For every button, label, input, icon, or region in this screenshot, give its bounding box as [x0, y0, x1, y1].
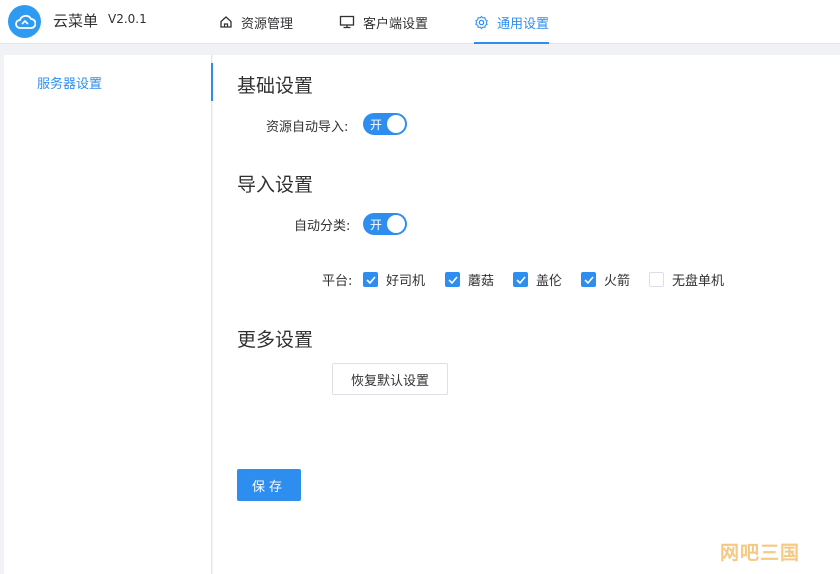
- tab-client-settings[interactable]: 客户端设置: [339, 0, 428, 44]
- home-icon: [219, 15, 233, 29]
- cloud-logo-icon: [8, 5, 41, 38]
- checkbox-label: 蘑菇: [468, 274, 495, 289]
- app-name: 云菜单: [53, 12, 99, 30]
- switch-knob: [387, 115, 405, 133]
- checkbox-checked-icon: [363, 272, 378, 287]
- checkbox-label: 火箭: [604, 274, 631, 289]
- checkbox-label: 好司机: [386, 274, 426, 289]
- checkbox-label: 盖伦: [536, 274, 563, 289]
- sidebar: 服务器设置: [4, 55, 213, 574]
- auto-import-label: 资源自动导入:: [266, 120, 349, 135]
- tab-resource-management[interactable]: 资源管理: [219, 0, 293, 44]
- checkbox-checked-icon: [445, 272, 460, 287]
- platform-checkbox-haosiji[interactable]: 好司机: [363, 270, 425, 289]
- auto-classify-switch[interactable]: 开: [363, 213, 407, 235]
- platform-checkbox-gailun[interactable]: 盖伦: [513, 270, 562, 289]
- watermark-logo: 网吧三国: [720, 542, 801, 564]
- checkbox-unchecked-icon: [649, 272, 664, 287]
- section-title-basic: 基础设置: [237, 75, 314, 97]
- platform-checkbox-mogu[interactable]: 蘑菇: [445, 270, 494, 289]
- tab-general-settings[interactable]: 通用设置: [474, 0, 550, 44]
- auto-import-switch[interactable]: 开: [363, 113, 407, 135]
- gear-icon: [474, 15, 489, 30]
- switch-text: 开: [370, 118, 383, 132]
- checkbox-checked-icon: [581, 272, 596, 287]
- tab-label: 资源管理: [241, 16, 294, 32]
- checkbox-label: 无盘单机: [672, 274, 725, 289]
- platform-label: 平台:: [322, 274, 353, 289]
- restore-defaults-button[interactable]: 恢复默认设置: [332, 363, 448, 395]
- section-title-import: 导入设置: [237, 174, 314, 196]
- platform-checkbox-huojian[interactable]: 火箭: [581, 270, 630, 289]
- switch-text: 开: [370, 218, 383, 232]
- app-version: V2.0.1: [108, 12, 147, 26]
- platform-checkbox-wupandanji[interactable]: 无盘单机: [649, 270, 724, 289]
- tab-label: 客户端设置: [363, 16, 429, 32]
- sidebar-item-label: 服务器设置: [37, 76, 103, 92]
- save-button[interactable]: 保存: [237, 469, 301, 501]
- sidebar-item-server-settings[interactable]: 服务器设置: [4, 63, 213, 101]
- switch-knob: [387, 215, 405, 233]
- top-bar: 云菜单 V2.0.1 资源管理 客户端设置 通用设置: [0, 0, 840, 44]
- monitor-icon: [339, 15, 355, 29]
- checkbox-checked-icon: [513, 272, 528, 287]
- auto-classify-label: 自动分类:: [294, 219, 351, 234]
- tab-label: 通用设置: [497, 16, 550, 32]
- settings-panel: 基础设置 资源自动导入: 开 导入设置 自动分类: 开 平台: 好司机 蘑菇 盖…: [213, 55, 840, 574]
- section-title-more: 更多设置: [237, 329, 314, 351]
